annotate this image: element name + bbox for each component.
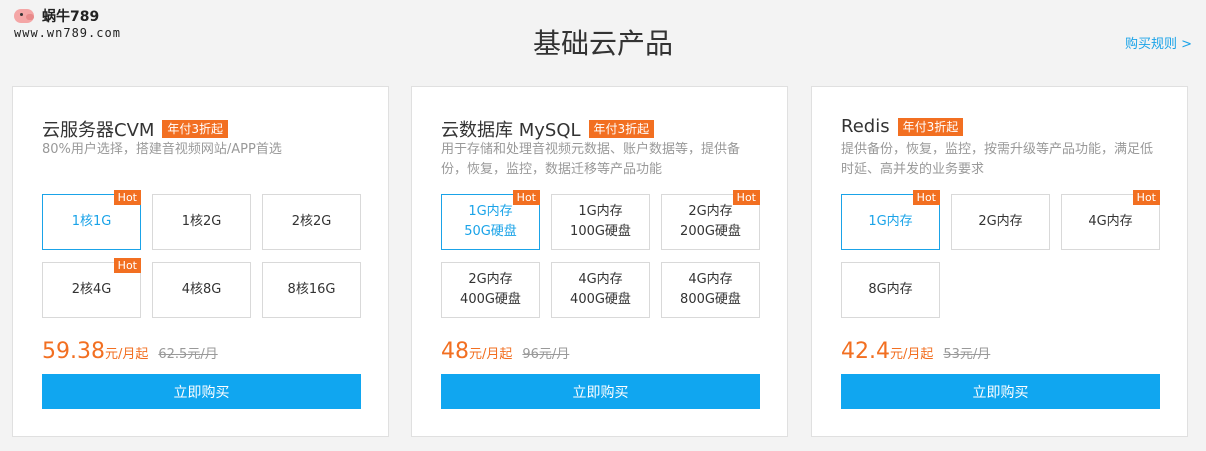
hot-badge: Hot	[113, 258, 141, 273]
spec-option-2c4g[interactable]: 2核4G Hot	[42, 258, 141, 318]
spec-option-4g-400g[interactable]: 4G内存 400G硬盘	[551, 262, 650, 318]
spec-memory: 2G内存	[688, 204, 733, 219]
spec-memory: 1G内存	[578, 204, 623, 219]
page-title: 基础云产品	[532, 27, 673, 60]
original-price: 62.5元/月	[158, 347, 218, 362]
spec-memory: 2G内存	[468, 272, 513, 287]
original-price: 96元/月	[522, 347, 570, 362]
card-title: Redis	[841, 116, 890, 137]
price-value: 42.4	[841, 339, 890, 364]
spec-label: 1核2G	[181, 214, 222, 229]
spec-label: 1核1G	[71, 214, 112, 229]
spec-option-2g[interactable]: 2G内存	[951, 194, 1050, 250]
spec-option-1g-50g[interactable]: 1G内存 50G硬盘 Hot	[441, 190, 540, 250]
spec-disk: 400G硬盘	[460, 292, 521, 307]
spec-option-8c16g[interactable]: 8核16G	[262, 262, 361, 318]
spec-option-4g[interactable]: 4G内存 Hot	[1061, 190, 1160, 250]
spec-option-2g-200g[interactable]: 2G内存 200G硬盘 Hot	[661, 190, 760, 250]
spec-label: 8G内存	[868, 282, 913, 297]
spec-option-8g[interactable]: 8G内存	[841, 262, 940, 318]
spec-option-4c8g[interactable]: 4核8G	[152, 262, 251, 318]
spec-option-2c2g[interactable]: 2核2G	[262, 194, 361, 250]
hot-badge: Hot	[113, 190, 141, 205]
spec-option-2g-400g[interactable]: 2G内存 400G硬盘	[441, 262, 540, 318]
buy-now-button[interactable]: 立即购买	[42, 374, 361, 409]
buy-now-button[interactable]: 立即购买	[841, 374, 1160, 409]
spec-disk: 800G硬盘	[680, 292, 741, 307]
spec-option-1g[interactable]: 1G内存 Hot	[841, 190, 940, 250]
price-row: 59.38 元/月起 62.5元/月	[42, 339, 218, 364]
hot-badge: Hot	[912, 190, 940, 205]
spec-label: 8核16G	[287, 282, 336, 297]
original-price: 53元/月	[943, 347, 991, 362]
card-title: 云数据库 MySQL	[441, 120, 581, 141]
spec-option-4g-800g[interactable]: 4G内存 800G硬盘	[661, 262, 760, 318]
spec-label: 2核2G	[291, 214, 332, 229]
spec-disk: 400G硬盘	[570, 292, 631, 307]
spec-label: 2核4G	[71, 282, 112, 297]
product-card-mysql: 云数据库 MySQL 年付3折起 用于存储和处理音视频元数据、账户数据等，提供备…	[411, 86, 788, 437]
card-description: 用于存储和处理音视频元数据、账户数据等，提供备份，恢复，监控，数据迁移等产品功能	[441, 142, 741, 177]
spec-option-1g-100g[interactable]: 1G内存 100G硬盘	[551, 194, 650, 250]
discount-badge: 年付3折起	[897, 117, 964, 136]
spec-disk: 50G硬盘	[464, 224, 517, 239]
card-description: 80%用户选择，搭建音视频网站/APP首选	[42, 142, 282, 157]
product-card-redis: Redis 年付3折起 提供备份，恢复，监控，按需升级等产品功能，满足低时延、高…	[811, 86, 1188, 437]
spec-disk: 100G硬盘	[570, 224, 631, 239]
spec-option-1c1g[interactable]: 1核1G Hot	[42, 190, 141, 250]
price-unit: 元/月起	[889, 347, 934, 362]
spec-label: 2G内存	[978, 214, 1023, 229]
price-unit: 元/月起	[469, 347, 513, 362]
discount-badge: 年付3折起	[162, 120, 229, 138]
spec-memory: 4G内存	[688, 272, 733, 287]
hot-badge: Hot	[1132, 190, 1160, 205]
spec-memory: 4G内存	[578, 272, 623, 287]
product-card-cvm: 云服务器CVM 年付3折起 80%用户选择，搭建音视频网站/APP首选 1核1G…	[12, 86, 389, 437]
price-row: 42.4 元/月起 53元/月	[841, 339, 990, 364]
buy-now-button[interactable]: 立即购买	[441, 374, 760, 409]
spec-memory: 1G内存	[468, 204, 513, 219]
purchase-rules-link[interactable]: 购买规则 >	[1125, 33, 1192, 52]
hot-badge: Hot	[512, 190, 540, 205]
card-title: 云服务器CVM	[42, 120, 155, 141]
hot-badge: Hot	[732, 190, 760, 205]
spec-label: 1G内存	[868, 214, 913, 229]
price-unit: 元/月起	[104, 347, 149, 362]
spec-label: 4核8G	[181, 282, 222, 297]
price-value: 59.38	[42, 339, 105, 364]
spec-option-1c2g[interactable]: 1核2G	[152, 194, 251, 250]
price-value: 48	[441, 339, 469, 364]
price-row: 48 元/月起 96元/月	[441, 339, 569, 364]
card-description: 提供备份，恢复，监控，按需升级等产品功能，满足低时延、高并发的业务要求	[841, 142, 1154, 177]
spec-disk: 200G硬盘	[680, 224, 741, 239]
spec-label: 4G内存	[1088, 214, 1133, 229]
discount-badge: 年付3折起	[588, 120, 655, 138]
